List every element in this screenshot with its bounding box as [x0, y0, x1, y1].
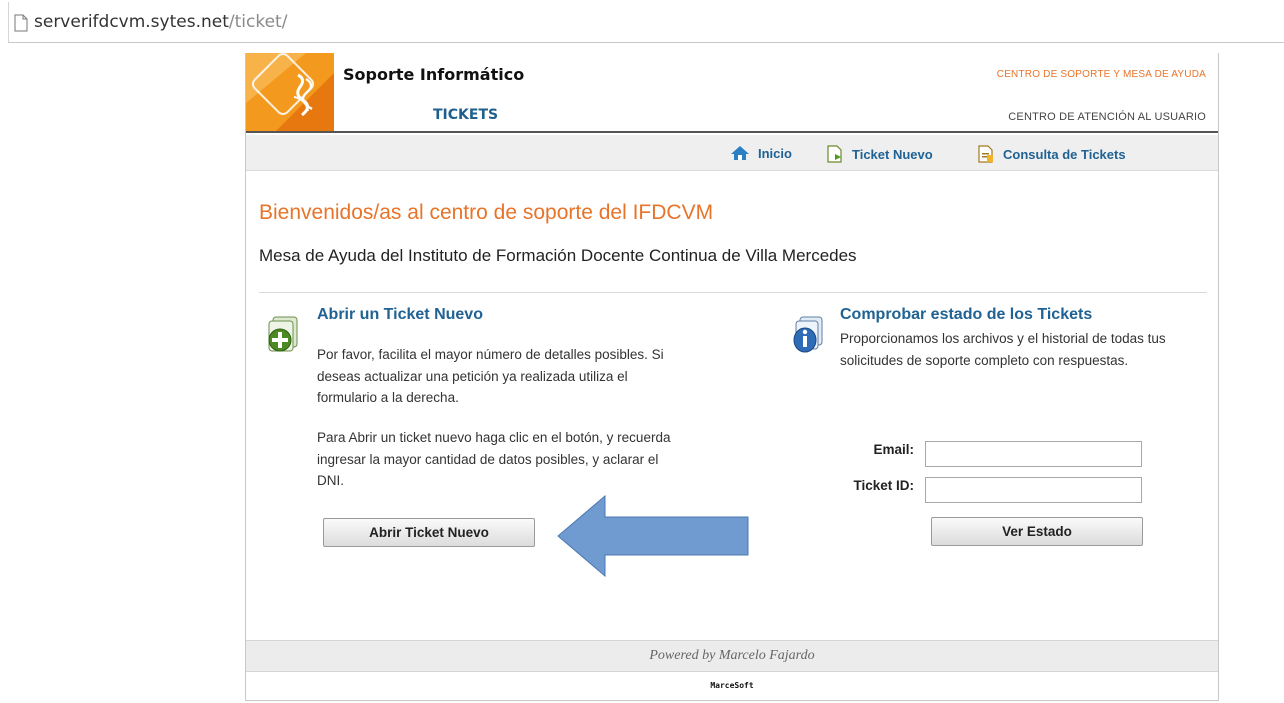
url-path: /ticket/ — [228, 12, 288, 32]
home-icon — [731, 146, 749, 160]
view-status-button[interactable]: Ver Estado — [931, 517, 1143, 546]
email-label: Email: — [873, 442, 914, 457]
section-divider — [259, 292, 1207, 293]
nav-item-label: Ticket Nuevo — [852, 146, 933, 162]
site-logo — [246, 53, 334, 131]
open-ticket-title: Abrir un Ticket Nuevo — [317, 306, 483, 323]
open-ticket-description: Por favor, facilita el mayor número de d… — [317, 347, 664, 405]
new-ticket-icon — [827, 145, 842, 163]
main-nav: Inicio Ticket Nuevo Consulta de Tickets — [246, 135, 1218, 171]
email-field[interactable] — [925, 441, 1142, 467]
nav-item-label: Inicio — [758, 145, 792, 161]
page-subtitle: Mesa de Ayuda del Instituto de Formación… — [259, 246, 857, 265]
annotation-arrow — [557, 495, 749, 577]
ticket-status-icon — [978, 145, 993, 163]
site-header: Soporte Informático TICKETS CENTRO DE SO… — [246, 53, 1218, 133]
url-bar-edge — [8, 2, 9, 42]
open-ticket-instructions: Para Abrir un ticket nuevo haga clic en … — [317, 430, 671, 488]
ticket-id-label: Ticket ID: — [853, 478, 914, 493]
nav-item-inicio[interactable]: Inicio — [730, 145, 792, 161]
header-tagline-bottom: CENTRO DE ATENCIÓN AL USUARIO — [1008, 111, 1206, 123]
site-footer: Powered by Marcelo Fajardo — [246, 640, 1218, 672]
new-ticket-large-icon — [268, 316, 298, 352]
url-text[interactable]: serverifdcvm.sytes.net/ticket/ — [34, 12, 287, 32]
page-icon — [14, 14, 28, 32]
welcome-heading: Bienvenidos/as al centro de soporte del … — [259, 201, 714, 224]
header-tagline-top: CENTRO DE SOPORTE Y MESA DE AYUDA — [996, 69, 1206, 80]
browser-url-bar[interactable]: serverifdcvm.sytes.net/ticket/ — [0, 0, 1284, 44]
info-icon — [793, 316, 823, 353]
nav-item-consulta-tickets[interactable]: Consulta de Tickets — [977, 145, 1126, 163]
check-status-title: Comprobar estado de los Tickets — [840, 306, 1093, 323]
nav-item-label: Consulta de Tickets — [1003, 146, 1126, 162]
url-bar-border — [8, 42, 1284, 43]
powered-by-text: Powered by Marcelo Fajardo — [649, 648, 815, 663]
brand-title: Soporte Informático — [343, 65, 525, 84]
ticket-id-field[interactable] — [925, 477, 1142, 503]
nav-item-ticket-nuevo[interactable]: Ticket Nuevo — [826, 145, 933, 163]
open-new-ticket-button[interactable]: Abrir Ticket Nuevo — [323, 518, 535, 547]
page-container: Soporte Informático TICKETS CENTRO DE SO… — [245, 53, 1219, 701]
footer-brand: MarceSoft — [710, 681, 754, 690]
url-host: serverifdcvm.sytes.net — [34, 12, 229, 32]
check-status-description: Proporcionamos los archivos y el histori… — [840, 331, 1166, 368]
brand-subtitle: TICKETS — [433, 107, 499, 123]
